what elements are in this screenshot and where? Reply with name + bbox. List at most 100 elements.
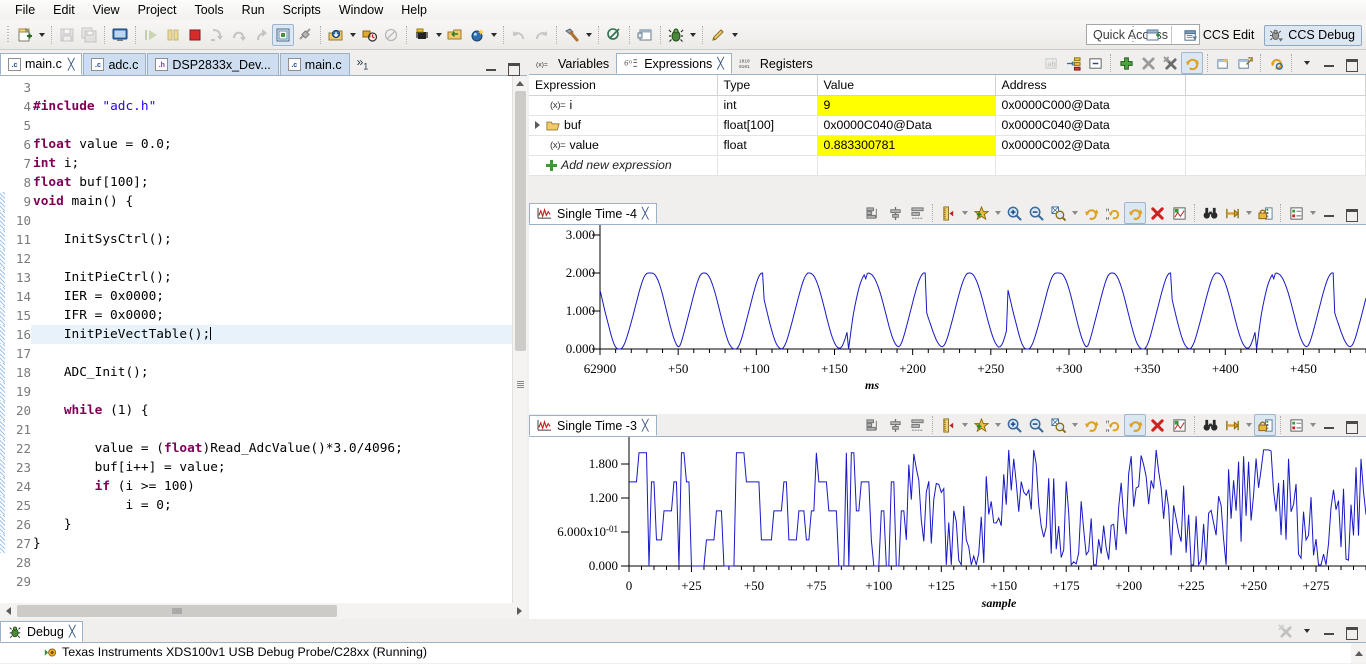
breakpoint-remove-icon[interactable] <box>358 24 380 46</box>
toolbar-grip[interactable] <box>6 25 12 44</box>
zoom-out-icon[interactable] <box>1025 414 1047 436</box>
cell-blank[interactable] <box>1185 95 1366 116</box>
chevron-down-icon[interactable] <box>959 414 970 436</box>
code-line[interactable] <box>31 78 527 97</box>
cell-blank[interactable] <box>1185 115 1366 136</box>
code-line[interactable] <box>31 420 527 439</box>
code-line[interactable]: while (1) { <box>31 401 527 420</box>
close-icon[interactable]: ╳ <box>642 419 649 432</box>
code-line[interactable]: float value = 0.0; <box>31 135 527 154</box>
restart-icon[interactable] <box>272 23 294 46</box>
code-line[interactable]: void main() { <box>31 192 527 211</box>
expressions-table[interactable]: Expression Type Value Address (x)= i int 9 0… <box>529 75 1366 176</box>
bug-icon[interactable] <box>665 24 687 46</box>
column-expression[interactable]: Expression <box>529 75 718 96</box>
debug-target-node[interactable]: Texas Instruments XDS100v1 USB Debug Pro… <box>0 643 1366 659</box>
tab-registers[interactable]: 1010 0101 Registers <box>732 53 820 74</box>
close-icon[interactable]: ╳ <box>717 57 724 70</box>
lock-icon[interactable] <box>1254 414 1276 436</box>
add-new-expression-row[interactable]: Add new expression <box>529 155 1366 176</box>
jump-arrow-icon[interactable] <box>1221 202 1243 224</box>
cell-add-new[interactable]: Add new expression <box>529 155 718 176</box>
code-line[interactable]: buf[i++] = value; <box>31 458 527 477</box>
code-line[interactable]: } <box>31 534 527 553</box>
code-line[interactable]: #include "adc.h" <box>31 97 527 116</box>
collapse-all-icon[interactable] <box>1084 52 1106 74</box>
refresh-halt-icon[interactable]: HH <box>1102 414 1124 436</box>
column-value[interactable]: Value <box>817 75 996 96</box>
editor-tab-adc-c[interactable]: .c adc.c <box>83 53 147 75</box>
align-center-icon[interactable] <box>884 202 906 224</box>
minimize-icon[interactable] <box>485 62 497 73</box>
code-line[interactable]: IER = 0x0000; <box>31 287 527 306</box>
red-x-icon[interactable] <box>1146 202 1168 224</box>
code-line[interactable]: if (i >= 100) <box>31 477 527 496</box>
code-line[interactable]: ADC_Init(); <box>31 363 527 382</box>
code-line[interactable]: InitSysCtrl(); <box>31 230 527 249</box>
zoom-in-icon[interactable] <box>1003 202 1025 224</box>
import-icon[interactable] <box>444 24 466 46</box>
blue-ball-icon[interactable] <box>466 24 488 46</box>
menu-item-scripts[interactable]: Scripts <box>274 2 330 18</box>
continuous-refresh-icon[interactable] <box>1124 202 1146 224</box>
refresh-circular-icon[interactable] <box>1265 52 1287 74</box>
editor-tab-main-c-2[interactable]: .c main.c <box>279 53 350 75</box>
chip-icon[interactable] <box>411 24 433 46</box>
export-graph-icon[interactable] <box>1168 414 1190 436</box>
tab-single-time-3[interactable]: Single Time -3 ╳ <box>529 415 657 436</box>
maximize-icon[interactable] <box>1340 414 1362 436</box>
chevron-down-icon[interactable] <box>1296 52 1318 74</box>
chevron-down-icon[interactable] <box>433 24 444 46</box>
editor-tab-overflow[interactable]: »1 <box>351 55 375 71</box>
code-line[interactable] <box>31 382 527 401</box>
cell-address[interactable]: 0x0000C040@Data <box>995 115 1186 136</box>
chevron-down-icon[interactable] <box>1069 202 1080 224</box>
tab-single-time-4[interactable]: Single Time -4 ╳ <box>529 203 657 224</box>
cell-address[interactable]: 0x0000C000@Data <box>995 95 1186 116</box>
table-row[interactable]: buf float[100] 0x0000C040@Data 0x0000C040@D… <box>529 115 1366 136</box>
menu-item-view[interactable]: View <box>84 2 129 18</box>
binoculars-icon[interactable] <box>1199 202 1221 224</box>
jump-arrow-icon[interactable] <box>1221 414 1243 436</box>
chevron-down-icon[interactable] <box>488 24 499 46</box>
continuous-refresh-icon[interactable] <box>1124 414 1146 436</box>
expand-arrow-icon[interactable] <box>535 121 540 129</box>
zoom-area-icon[interactable] <box>1047 202 1069 224</box>
chevron-down-icon[interactable] <box>36 24 47 46</box>
code-line[interactable] <box>31 116 527 135</box>
graph-properties-icon[interactable] <box>862 202 884 224</box>
chevron-down-icon[interactable] <box>1243 414 1254 436</box>
x-gray-icon[interactable] <box>1137 52 1159 74</box>
star-plus-icon[interactable] <box>970 414 992 436</box>
red-x-icon[interactable] <box>1146 414 1168 436</box>
maximize-icon[interactable] <box>1340 52 1362 74</box>
maximize-icon[interactable] <box>1340 202 1362 224</box>
cell-expression[interactable]: (x)= value <box>529 135 718 156</box>
column-type[interactable]: Type <box>717 75 818 96</box>
zoom-area-icon[interactable] <box>1047 414 1069 436</box>
code-line[interactable]: int i; <box>31 154 527 173</box>
code-text[interactable]: #include "adc.h" float value = 0.0; int i… <box>31 76 527 619</box>
chevron-down-icon[interactable] <box>729 24 740 46</box>
chevron-down-icon[interactable] <box>1069 414 1080 436</box>
chevron-down-icon[interactable] <box>583 24 594 46</box>
monitor-icon[interactable] <box>109 24 131 46</box>
code-line[interactable] <box>31 572 527 591</box>
open-resource-icon[interactable] <box>634 24 656 46</box>
search-icon[interactable] <box>603 24 625 46</box>
chevron-down-icon[interactable] <box>1243 202 1254 224</box>
editor-tab-main-c-active[interactable]: .c main.c ╳ <box>0 53 83 75</box>
chevron-down-icon[interactable] <box>959 202 970 224</box>
cell-type[interactable]: float <box>717 135 818 156</box>
editor-tab-dsp2833x-dev[interactable]: .h DSP2833x_Dev... <box>147 53 279 75</box>
cell-expression[interactable]: (x)= i <box>529 95 718 116</box>
code-line[interactable] <box>31 249 527 268</box>
code-line[interactable] <box>31 553 527 572</box>
chevron-down-icon[interactable] <box>687 24 698 46</box>
new-memory-icon[interactable] <box>1234 52 1256 74</box>
ruler-marker-icon[interactable] <box>937 414 959 436</box>
code-line[interactable]: InitPieCtrl(); <box>31 268 527 287</box>
tab-expressions[interactable]: 6o Expressions ╳ <box>616 53 732 74</box>
graph-bottom-canvas[interactable]: 1.800 1.200 6.000x10-01 0.000 0 +25 +50 … <box>529 437 1366 619</box>
cell-address[interactable]: 0x0000C002@Data <box>995 135 1186 156</box>
